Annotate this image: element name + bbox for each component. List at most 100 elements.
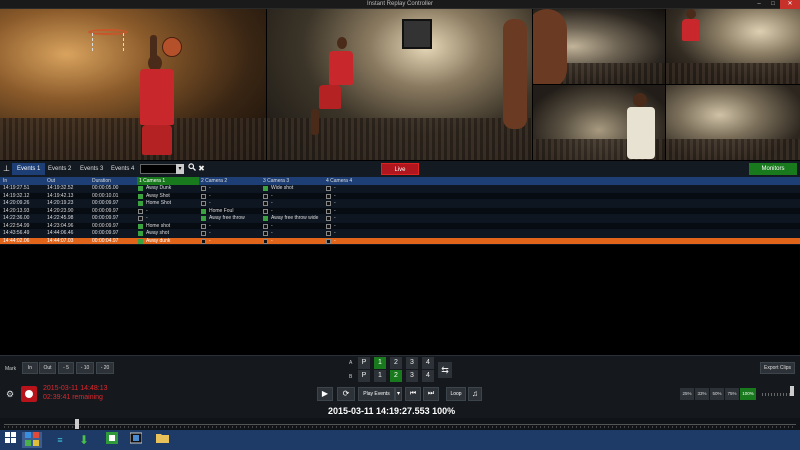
- camera-b-preview-button[interactable]: P: [358, 370, 370, 382]
- close-icon[interactable]: ✖: [196, 163, 207, 175]
- export-clips-button[interactable]: Export Clips: [760, 362, 795, 374]
- speed-100-button[interactable]: 100%: [740, 388, 756, 400]
- film-icon[interactable]: [128, 432, 144, 448]
- camera-a-1-button[interactable]: 1: [374, 357, 386, 369]
- maximize-button[interactable]: □: [766, 0, 780, 9]
- record-icon[interactable]: [21, 386, 37, 402]
- camera-b-4-button[interactable]: 4: [422, 370, 434, 382]
- camera-3-checkbox[interactable]: [263, 193, 268, 199]
- speed-slider-thumb[interactable]: [790, 386, 794, 396]
- loop-button[interactable]: Loop: [446, 387, 466, 401]
- camera-a-4-button[interactable]: 4: [422, 357, 434, 369]
- camera-4-checkbox[interactable]: [326, 231, 331, 236]
- camera-b-1-button[interactable]: 1: [374, 370, 386, 382]
- camera-2-checkbox[interactable]: [201, 201, 206, 206]
- camera-1-checkbox[interactable]: [138, 201, 143, 206]
- speed-slider-track[interactable]: [762, 393, 790, 396]
- seek-bar[interactable]: [0, 418, 800, 430]
- camera-1-checkbox[interactable]: [138, 186, 143, 191]
- camera-2-checkbox[interactable]: [201, 208, 206, 214]
- camera-2-checkbox[interactable]: [201, 223, 206, 229]
- camera-3-checkbox[interactable]: [263, 216, 268, 221]
- camera-4-checkbox[interactable]: [326, 193, 331, 199]
- camera-2-checkbox[interactable]: [201, 216, 206, 221]
- gear-icon[interactable]: ⚙: [4, 388, 16, 400]
- table-row[interactable]: 14:20:13.93 14:20:23.90 00:00:09.97 - Home F…: [0, 207, 800, 215]
- close-button[interactable]: ✕: [780, 0, 800, 9]
- header-camera-3[interactable]: 3 Camera 3: [263, 177, 289, 185]
- mark-minus-10-button[interactable]: - 10: [76, 362, 94, 374]
- table-row[interactable]: 14:44:02.06 14:44:07.03 00:00:04.97 Away du…: [0, 237, 800, 245]
- speed-75-button[interactable]: 75%: [725, 388, 739, 400]
- pin-icon[interactable]: ⊥: [1, 163, 12, 175]
- camera-3-checkbox[interactable]: [263, 201, 268, 206]
- preview-main[interactable]: [0, 9, 266, 160]
- camera-2-checkbox[interactable]: [201, 186, 206, 191]
- tab-events-1[interactable]: Events 1: [12, 163, 46, 175]
- camera-2-checkbox[interactable]: [201, 231, 206, 236]
- camera-1-checkbox[interactable]: [138, 231, 143, 236]
- speed-33-button[interactable]: 33%: [695, 388, 709, 400]
- camera-2-checkbox[interactable]: [201, 193, 206, 199]
- camera-4-checkbox[interactable]: [326, 223, 331, 229]
- camera-4-checkbox[interactable]: [326, 238, 331, 244]
- header-out[interactable]: Out: [47, 177, 55, 185]
- camera-3-checkbox[interactable]: [263, 231, 268, 236]
- table-row[interactable]: 14:22:36.00 14:22:45.98 00:00:09.97 - Away f…: [0, 215, 800, 223]
- monitors-button[interactable]: Monitors: [749, 163, 797, 175]
- camera-a-3-button[interactable]: 3: [406, 357, 418, 369]
- camera-b-2-button[interactable]: 2: [390, 370, 402, 382]
- search-input[interactable]: [140, 164, 178, 174]
- skip-forward-icon[interactable]: ⏭: [423, 387, 439, 401]
- camera-b-3-button[interactable]: 3: [406, 370, 418, 382]
- folder-icon[interactable]: [154, 432, 170, 448]
- camera-3-checkbox[interactable]: [263, 223, 268, 229]
- play-icon[interactable]: ▶: [317, 387, 333, 401]
- header-camera-2[interactable]: 2 Camera 2: [201, 177, 227, 185]
- camera-2-checkbox[interactable]: [201, 238, 206, 244]
- camera-4-checkbox[interactable]: [326, 201, 331, 206]
- camera-3-checkbox[interactable]: [263, 186, 268, 191]
- camera-1-checkbox[interactable]: [138, 238, 143, 244]
- mark-out-button[interactable]: Out: [39, 362, 56, 374]
- replay-icon[interactable]: ⟳: [337, 387, 355, 401]
- header-duration[interactable]: Duration: [92, 177, 111, 185]
- mark-minus-5-button[interactable]: - 5: [58, 362, 74, 374]
- camera-3-checkbox[interactable]: [263, 208, 268, 214]
- table-row[interactable]: 14:20:09.26 14:20:19.23 00:00:09.97 Home Sh…: [0, 200, 800, 208]
- preview-camera-3[interactable]: [666, 9, 800, 84]
- preview-camera-5[interactable]: [666, 85, 800, 160]
- play-events-button[interactable]: Play Events: [358, 387, 395, 401]
- vmix-icon[interactable]: [104, 432, 120, 448]
- tab-events-2[interactable]: Events 2: [43, 163, 76, 175]
- download-icon[interactable]: ⬇: [76, 432, 92, 448]
- windows-start-icon[interactable]: [2, 432, 18, 448]
- play-events-dropdown[interactable]: ▾: [395, 387, 402, 401]
- preview-camera-1[interactable]: [267, 9, 532, 160]
- camera-1-checkbox[interactable]: [138, 223, 143, 229]
- header-camera-4[interactable]: 4 Camera 4: [326, 177, 352, 185]
- camera-4-checkbox[interactable]: [326, 216, 331, 221]
- table-row[interactable]: 14:43:56.49 14:44:06.46 00:00:09.97 Away sh…: [0, 230, 800, 238]
- app-grid-icon[interactable]: [22, 432, 42, 448]
- header-in[interactable]: In: [3, 177, 7, 185]
- skip-back-icon[interactable]: ⏮: [405, 387, 421, 401]
- search-dropdown[interactable]: ▾: [176, 164, 184, 174]
- camera-3-checkbox[interactable]: [263, 238, 268, 244]
- sort-icon[interactable]: ≡: [52, 432, 68, 448]
- table-row[interactable]: 14:19:27.51 14:19:32.52 00:00:05.00 Away Du…: [0, 185, 800, 193]
- mark-minus-20-button[interactable]: - 20: [96, 362, 114, 374]
- camera-1-checkbox[interactable]: [138, 216, 143, 221]
- preview-camera-4[interactable]: [533, 85, 665, 160]
- speed-50-button[interactable]: 50%: [710, 388, 724, 400]
- tab-events-4[interactable]: Events 4: [106, 163, 139, 175]
- camera-4-checkbox[interactable]: [326, 186, 331, 191]
- live-button[interactable]: Live: [381, 163, 419, 175]
- seek-thumb[interactable]: [75, 419, 79, 429]
- music-icon[interactable]: ♫: [468, 387, 482, 401]
- table-row[interactable]: 14:19:32.12 14:19:42.13 00:00:10.01 Away Sh…: [0, 192, 800, 200]
- tab-events-3[interactable]: Events 3: [75, 163, 108, 175]
- camera-4-checkbox[interactable]: [326, 208, 331, 214]
- swap-icon[interactable]: ⇆: [438, 362, 452, 378]
- speed-25-button[interactable]: 25%: [680, 388, 694, 400]
